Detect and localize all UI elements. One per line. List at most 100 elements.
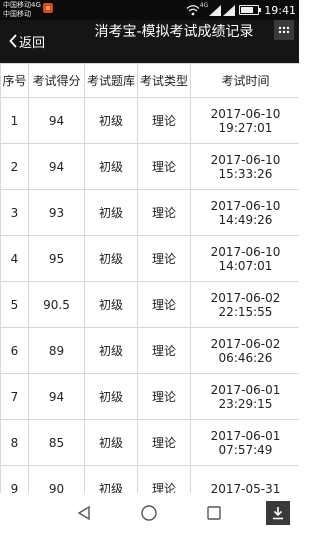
cell-date: 2017-06-10 (210, 152, 281, 167)
records-table-container[interactable]: 序号 考试得分 考试题库 考试类型 考试时间 1 94 初级 理论 2017-0… (0, 63, 299, 493)
nav-recent-button[interactable] (204, 503, 224, 523)
cell-time: 2017-06-01 23:29:15 (190, 373, 299, 420)
table-header-row: 序号 考试得分 考试题库 考试类型 考试时间 (0, 63, 299, 98)
cell-type: 理论 (137, 327, 191, 374)
cell-score: 93 (28, 189, 85, 236)
cell-type: 理论 (137, 281, 191, 328)
cell-clock: 23:29:15 (218, 396, 273, 411)
table-row[interactable]: 2 94 初级 理论 2017-06-10 15:33:26 (0, 143, 299, 190)
cell-date: 2017-06-01 (210, 428, 281, 443)
cell-index: 5 (0, 281, 29, 328)
cell-bank: 初级 (84, 143, 138, 190)
cell-clock: 14:49:26 (218, 212, 273, 227)
cell-score: 95 (28, 235, 85, 282)
cell-date: 2017-05-31 (210, 481, 281, 494)
cell-type: 理论 (137, 419, 191, 466)
table-row[interactable]: 4 95 初级 理论 2017-06-10 14:07:01 (0, 235, 299, 282)
cell-index: 2 (0, 143, 29, 190)
cell-bank: 初级 (84, 465, 138, 493)
triangle-back-icon (77, 505, 90, 521)
table-row[interactable]: 6 89 初级 理论 2017-06-02 06:46:26 (0, 327, 299, 374)
cell-bank: 初级 (84, 189, 138, 236)
wifi-icon (186, 5, 200, 16)
signal-secondary-icon (223, 4, 236, 16)
cell-date: 2017-06-02 (210, 336, 281, 351)
carrier-label-secondary: 中国移动 (3, 10, 31, 18)
header-exam-time: 考试时间 (190, 63, 299, 98)
cell-score: 90 (28, 465, 85, 493)
cell-index: 4 (0, 235, 29, 282)
cell-bank: 初级 (84, 97, 138, 144)
carrier-label-primary: 中国移动4G (3, 1, 41, 9)
cell-clock: 14:07:01 (218, 258, 273, 273)
cell-type: 理论 (137, 97, 191, 144)
cell-bank: 初级 (84, 281, 138, 328)
cell-date: 2017-06-10 (210, 244, 281, 259)
status-bar: 中国移动4G 中国移动 4G 19:41 (0, 0, 299, 20)
network-type-label: 4G (199, 2, 209, 9)
cell-clock: 06:46:26 (218, 350, 273, 365)
square-recent-icon (207, 506, 221, 520)
cell-index: 6 (0, 327, 29, 374)
chevron-left-icon (9, 34, 17, 48)
cell-date: 2017-06-10 (210, 198, 281, 213)
circle-home-icon (141, 505, 157, 521)
cell-index: 9 (0, 465, 29, 493)
header-exam-type: 考试类型 (137, 63, 191, 98)
back-label: 返回 (19, 35, 46, 51)
cell-time: 2017-05-31 (190, 465, 299, 494)
cell-time: 2017-06-01 07:57:49 (190, 419, 299, 466)
table-row[interactable]: 8 85 初级 理论 2017-06-01 07:57:49 (0, 419, 299, 466)
cell-bank: 初级 (84, 235, 138, 282)
header-index: 序号 (0, 63, 29, 98)
cell-time: 2017-06-10 14:49:26 (190, 189, 299, 236)
nav-back-button[interactable] (74, 503, 94, 523)
cell-time: 2017-06-10 14:07:01 (190, 235, 299, 282)
cell-time: 2017-06-02 06:46:26 (190, 327, 299, 374)
table-row[interactable]: 9 90 初级 理论 2017-05-31 (0, 465, 299, 494)
cell-type: 理论 (137, 189, 191, 236)
table-row[interactable]: 3 93 初级 理论 2017-06-10 14:49:26 (0, 189, 299, 236)
cell-score: 89 (28, 327, 85, 374)
cell-type: 理论 (137, 143, 191, 190)
table-row[interactable]: 7 94 初级 理论 2017-06-01 23:29:15 (0, 373, 299, 420)
signal-icon (209, 4, 222, 16)
cell-clock: 22:15:55 (218, 304, 273, 319)
header-score: 考试得分 (28, 63, 85, 98)
menu-button[interactable] (274, 20, 294, 40)
cell-score: 85 (28, 419, 85, 466)
status-icons: 4G 19:41 (186, 0, 299, 20)
table-row[interactable]: 5 90.5 初级 理论 2017-06-02 22:15:55 (0, 281, 299, 328)
table-row[interactable]: 1 94 初级 理论 2017-06-10 19:27:01 (0, 97, 299, 144)
cell-bank: 初级 (84, 419, 138, 466)
status-clock: 19:41 (264, 3, 296, 17)
download-button[interactable] (266, 501, 290, 525)
cell-type: 理论 (137, 373, 191, 420)
cell-time: 2017-06-02 22:15:55 (190, 281, 299, 328)
cell-score: 94 (28, 373, 85, 420)
cell-bank: 初级 (84, 327, 138, 374)
cell-index: 3 (0, 189, 29, 236)
cell-bank: 初级 (84, 373, 138, 420)
cell-score: 90.5 (28, 281, 85, 328)
app-bar: 返回 消考宝-模拟考试成绩记录 (0, 20, 299, 63)
cell-type: 理论 (137, 235, 191, 282)
header-question-bank: 考试题库 (84, 63, 138, 98)
back-button[interactable]: 返回 (9, 31, 45, 51)
nav-home-button[interactable] (139, 503, 159, 523)
cell-score: 94 (28, 143, 85, 190)
cell-index: 1 (0, 97, 29, 144)
cell-score: 94 (28, 97, 85, 144)
cell-clock: 07:57:49 (218, 442, 273, 457)
cell-index: 7 (0, 373, 29, 420)
cell-time: 2017-06-10 15:33:26 (190, 143, 299, 190)
notification-app-icon (43, 3, 53, 13)
system-nav-bar (0, 493, 299, 533)
records-table: 序号 考试得分 考试题库 考试类型 考试时间 1 94 初级 理论 2017-0… (0, 63, 299, 493)
cell-date: 2017-06-10 (210, 106, 281, 121)
page-title: 消考宝-模拟考试成绩记录 (94, 24, 254, 40)
cell-date: 2017-06-01 (210, 382, 281, 397)
cell-index: 8 (0, 419, 29, 466)
cell-date: 2017-06-02 (210, 290, 281, 305)
download-icon (273, 507, 283, 520)
